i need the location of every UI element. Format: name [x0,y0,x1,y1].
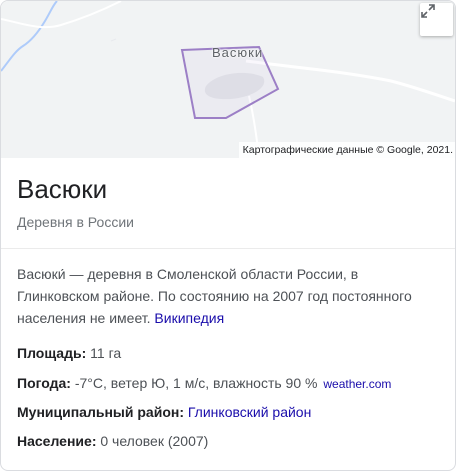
map-place-label: Васюки [212,45,264,60]
fact-weather-value: -7°C, ветер Ю, 1 м/с, влажность 90 % [70,375,322,391]
fact-population-value: 0 человек (2007) [96,433,209,449]
expand-map-button[interactable] [420,3,453,36]
map-graphic [1,1,455,158]
weather-source-link[interactable]: weather.com [323,377,391,391]
page-subtitle: Деревня в России [17,214,134,230]
fact-area-label: Площадь: [17,345,87,361]
knowledge-panel: Васюки Картографические данные © Google,… [0,0,456,471]
expand-icon [421,4,435,18]
map-preview[interactable]: Васюки Картографические данные © Google,… [1,1,455,158]
fact-area-value: 11 га [86,345,122,361]
fact-population: Население: 0 человек (2007) [17,433,208,449]
fact-weather-label: Погода: [17,375,71,391]
road-line [245,59,455,103]
map-attribution: Картографические данные © Google, 2021. [238,142,455,158]
fact-weather: Погода: -7°C, ветер Ю, 1 м/с, влажность … [17,375,391,391]
panel-header: Васюки Деревня в России [1,158,455,249]
wikipedia-link[interactable]: Википедия [154,310,224,326]
district-link[interactable]: Глинковский район [188,404,311,420]
fact-area: Площадь: 11 га [17,345,121,361]
page-title: Васюки [17,174,108,204]
fact-district-label: Муниципальный район: [17,404,184,420]
road-line [1,1,122,29]
description: Васюки́ — деревня в Смоленской области Р… [17,263,437,329]
river-line [1,1,58,72]
road-line [110,38,117,42]
fact-district: Муниципальный район: Глинковский район [17,404,311,420]
fact-population-label: Население: [17,433,97,449]
